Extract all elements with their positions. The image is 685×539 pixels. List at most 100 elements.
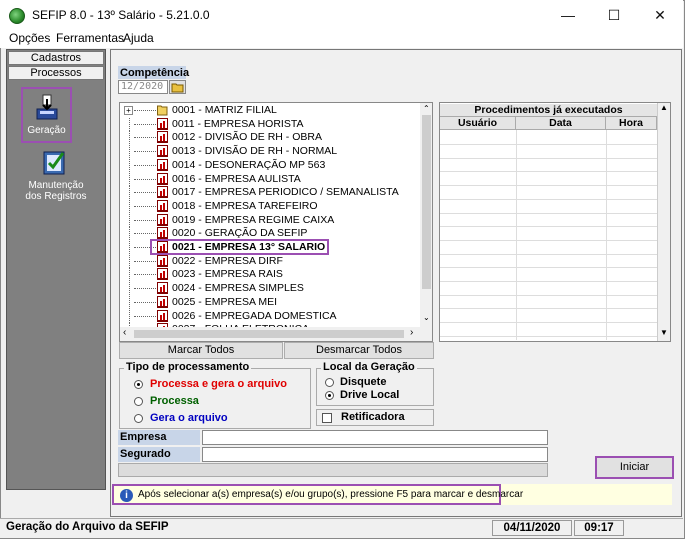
tree-item[interactable]: 0023 - EMPRESA RAIS <box>120 268 420 282</box>
info-icon: i <box>120 489 133 502</box>
tab-cadastros[interactable]: Cadastros <box>8 51 104 65</box>
competencia-picker-button[interactable] <box>169 80 186 94</box>
tree-connector <box>134 205 156 207</box>
tab-processos[interactable]: Processos <box>8 66 104 80</box>
radio-button[interactable] <box>134 414 143 423</box>
tree-item[interactable]: 0022 - EMPRESA DIRF <box>120 254 420 268</box>
empresa-field[interactable] <box>202 430 548 445</box>
competencia-label: Competência <box>118 66 190 79</box>
column-header-hora[interactable]: Hora <box>606 117 657 130</box>
maximize-button[interactable]: ☐ <box>591 0 637 30</box>
generation-location-title: Local da Geração <box>321 361 417 373</box>
tree-item[interactable]: 0024 - EMPRESA SIMPLES <box>120 282 420 296</box>
tree-item[interactable]: 0011 - EMPRESA HORISTA <box>120 117 420 131</box>
tree-connector <box>134 233 156 235</box>
scroll-thumb[interactable] <box>422 115 431 289</box>
menu-opcoes[interactable]: Opções <box>9 31 50 45</box>
competencia-input[interactable]: 12/2020 <box>118 80 168 94</box>
grid-vertical-scrollbar[interactable]: ▲ ▼ <box>657 103 670 341</box>
tree-item[interactable]: 0019 - EMPRESA REGIME CAIXA <box>120 213 420 227</box>
tree-item[interactable]: 0021 - EMPRESA 13° SALARIO <box>120 239 420 255</box>
tree-vertical-scrollbar[interactable]: ⌃ ⌄ <box>420 103 432 327</box>
segurado-field[interactable] <box>202 447 548 462</box>
radio-label: Gera o arquivo <box>150 412 228 424</box>
sidebar-item-label: dos Registros <box>25 191 87 202</box>
expand-toggle-icon[interactable]: + <box>124 106 133 115</box>
tree-connector <box>129 309 130 323</box>
radio-button[interactable] <box>325 391 334 400</box>
scroll-thumb[interactable] <box>134 330 404 338</box>
tree-item-label: 0025 - EMPRESA MEI <box>172 295 278 308</box>
tree-item[interactable]: 0013 - DIVISÃO DE RH - NORMAL <box>120 145 420 159</box>
scroll-up-arrow-icon[interactable]: ▲ <box>660 103 668 112</box>
minimize-button[interactable]: — <box>545 0 591 30</box>
company-icon <box>157 295 168 308</box>
radio-drive-local[interactable]: Drive Local <box>322 389 427 402</box>
tree-connector <box>134 315 156 317</box>
select-all-button[interactable]: Marcar Todos <box>119 342 283 359</box>
company-icon <box>157 282 168 295</box>
grid-row <box>440 239 657 241</box>
menu-ajuda[interactable]: Ajuda <box>123 31 154 45</box>
tree-connector <box>129 213 130 227</box>
tree-item[interactable]: 0025 - EMPRESA MEI <box>120 295 420 309</box>
radio-processa[interactable]: Processa <box>131 395 301 408</box>
grid-row <box>440 253 657 255</box>
selected-item-highlight <box>150 239 329 255</box>
tree-item[interactable]: 0026 - EMPREGADA DOMESTICA <box>120 309 420 323</box>
company-icon <box>157 309 168 322</box>
tree-item[interactable]: 0017 - EMPRESA PERIODICO / SEMANALISTA <box>120 186 420 200</box>
scroll-left-arrow-icon[interactable]: ‹ <box>123 327 126 338</box>
tree-item[interactable]: +0001 - MATRIZ FILIAL <box>120 104 420 117</box>
company-tree[interactable]: +0001 - MATRIZ FILIAL 0011 - EMPRESA HORI… <box>119 102 433 342</box>
scroll-down-arrow-icon[interactable]: ⌄ <box>423 313 430 322</box>
radio-label: Drive Local <box>340 389 400 401</box>
scroll-right-arrow-icon[interactable]: › <box>410 327 413 338</box>
tree-connector <box>134 123 156 125</box>
start-button[interactable]: Iniciar <box>595 456 674 479</box>
tree-connector <box>129 282 130 296</box>
radio-disquete[interactable]: Disquete <box>322 376 427 389</box>
radio-gera-arquivo[interactable]: Gera o arquivo <box>131 412 301 425</box>
sidebar-item-geracao[interactable]: Geração <box>21 87 72 143</box>
title-bar: SEFIP 8.0 - 13º Salário - 5.21.0.0 — ☐ ✕ <box>0 0 683 30</box>
tree-item-label: 0012 - DIVISÃO DE RH - OBRA <box>172 131 322 144</box>
radio-button[interactable] <box>134 380 143 389</box>
column-header-usuario[interactable]: Usuário <box>440 117 516 130</box>
tree-connector <box>129 241 130 254</box>
tree-item[interactable]: 0016 - EMPRESA AULISTA <box>120 172 420 186</box>
status-date: 04/11/2020 <box>492 520 572 536</box>
sidebar-item-manutencao[interactable]: Manutenção dos Registros <box>10 148 102 204</box>
tree-item[interactable]: 0014 - DESONERAÇÃO MP 563 <box>120 158 420 172</box>
deselect-all-button[interactable]: Desmarcar Todos <box>284 342 434 359</box>
scroll-up-arrow-icon[interactable]: ⌃ <box>423 104 430 113</box>
info-message-box: i Após selecionar a(s) empresa(s) e/ou g… <box>112 484 523 505</box>
menu-ferramentas[interactable]: Ferramentas <box>56 31 124 45</box>
company-icon <box>157 117 168 130</box>
rectifier-checkbox[interactable] <box>322 413 332 423</box>
radio-button[interactable] <box>325 378 334 387</box>
generation-icon <box>36 94 58 120</box>
radio-processa-e-gera[interactable]: Processa e gera o arquivo <box>131 378 301 391</box>
empresa-label: Empresa <box>118 430 200 445</box>
company-icon <box>157 268 168 281</box>
tree-connector <box>134 137 156 139</box>
tree-horizontal-scrollbar[interactable]: ‹ › <box>120 327 432 341</box>
tree-item[interactable]: 0018 - EMPRESA TAREFEIRO <box>120 199 420 213</box>
tree-connector <box>129 158 130 172</box>
grid-row <box>440 171 657 173</box>
company-icon <box>157 158 168 171</box>
radio-button[interactable] <box>134 397 143 406</box>
tree-item-label: 0017 - EMPRESA PERIODICO / SEMANALISTA <box>172 186 399 199</box>
company-icon <box>157 186 168 199</box>
menu-bar: Opções Ferramentas Ajuda <box>0 30 683 48</box>
scroll-down-arrow-icon[interactable]: ▼ <box>660 328 668 337</box>
tree-item[interactable]: 0012 - DIVISÃO DE RH - OBRA <box>120 131 420 145</box>
tree-connector <box>134 288 156 290</box>
tree-connector <box>134 178 156 180</box>
tree-connector <box>129 117 130 131</box>
radio-label: Processa e gera o arquivo <box>150 378 287 390</box>
column-header-data[interactable]: Data <box>516 117 606 130</box>
rectifier-checkbox-box[interactable]: Retificadora <box>316 409 434 426</box>
close-button[interactable]: ✕ <box>637 0 683 30</box>
